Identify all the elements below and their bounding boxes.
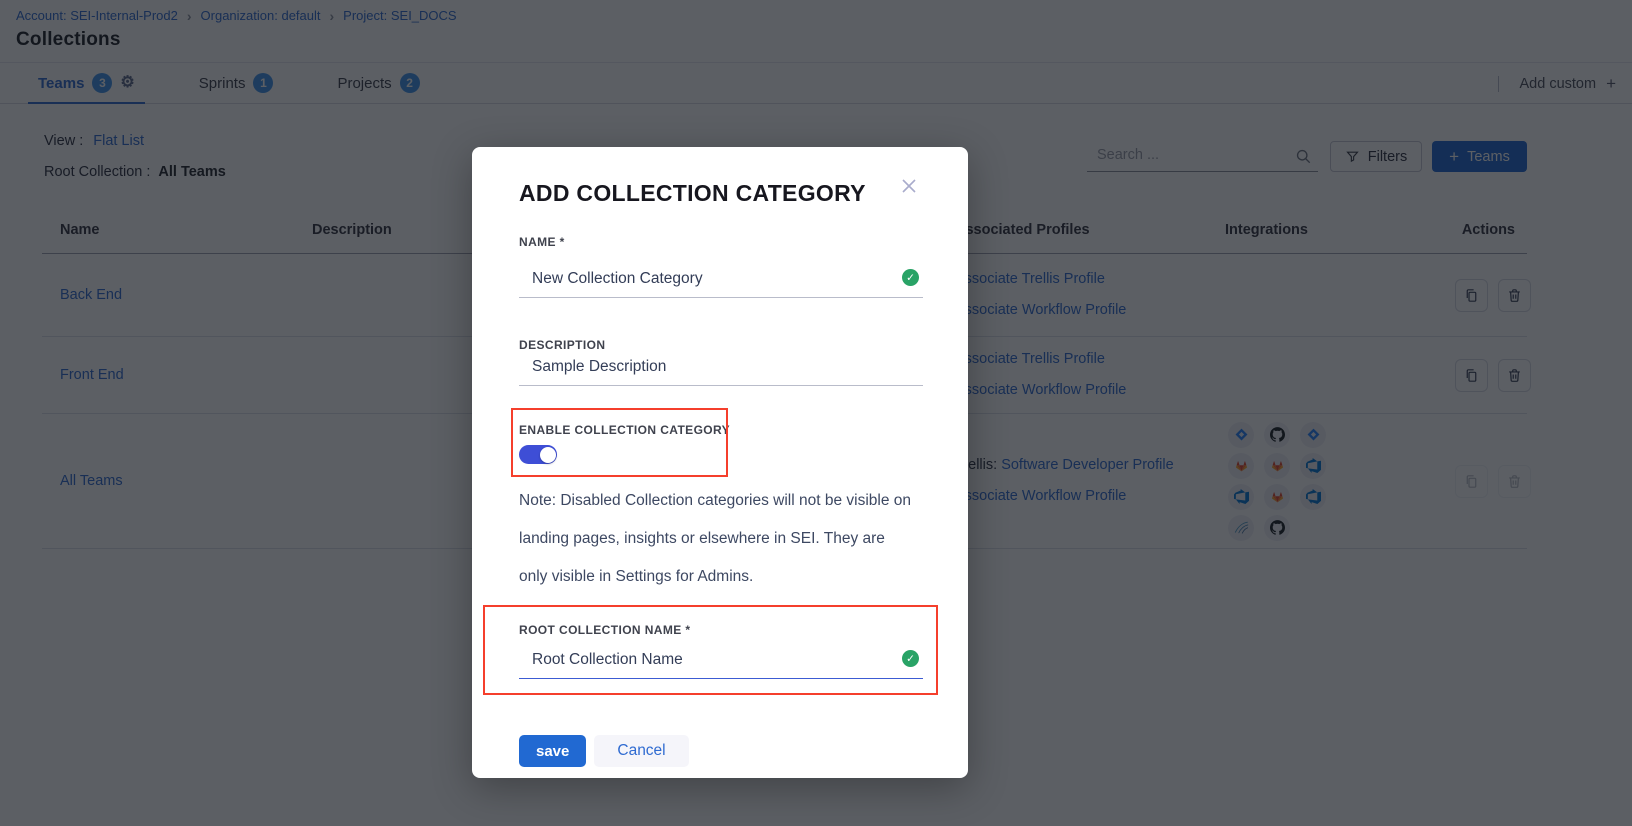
valid-check-icon: ✓ [902,650,919,667]
enable-collection-category-toggle[interactable] [519,445,557,464]
root-collection-name-input[interactable] [519,646,923,679]
close-icon[interactable] [898,175,920,197]
modal-title: ADD COLLECTION CATEGORY [519,180,866,207]
modal-buttons-row: save Cancel [519,735,689,767]
save-button[interactable]: save [519,735,586,767]
root-collection-name-field: ✓ [519,646,923,679]
description-field-label: DESCRIPTION [519,338,605,352]
valid-check-icon: ✓ [902,269,919,286]
cancel-button[interactable]: Cancel [594,735,688,767]
add-collection-category-modal: ADD COLLECTION CATEGORY NAME * ✓ DESCRIP… [472,147,968,778]
root-collection-name-label: ROOT COLLECTION NAME * [519,623,690,637]
name-field: ✓ [519,265,923,298]
enable-category-annotation-box [511,408,728,477]
name-field-label: NAME * [519,235,565,249]
description-input[interactable] [519,353,923,386]
modal-note-text: Note: Disabled Collection categories wil… [519,482,911,596]
name-input[interactable] [519,265,923,298]
description-field [519,353,923,386]
toggle-knob [540,447,556,463]
enable-collection-category-label: ENABLE COLLECTION CATEGORY [519,423,730,437]
